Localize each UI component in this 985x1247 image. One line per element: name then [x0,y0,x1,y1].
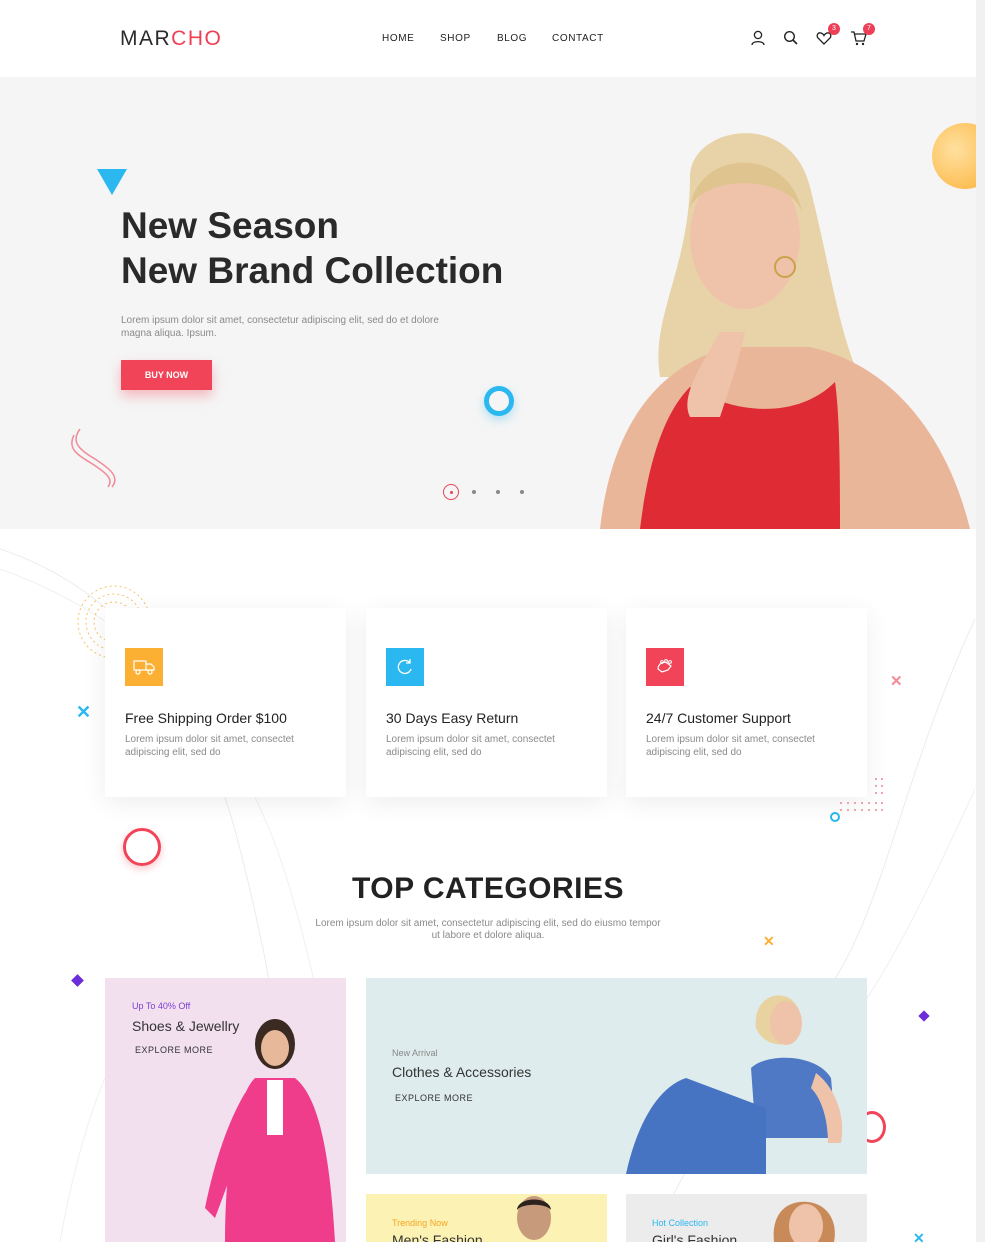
slider-dot-2[interactable] [472,490,476,494]
category-card-girls-fashion[interactable]: Hot Collection Girl's Fashion [626,1194,867,1242]
support-icon [646,648,684,686]
scrollbar-track[interactable] [976,0,985,1242]
nav-contact[interactable]: CONTACT [552,33,604,44]
close-x-decoration-blue: ✕ [76,702,92,722]
truck-icon [125,648,163,686]
category-name: Men's Fashion [392,1232,483,1242]
wishlist-heart-icon[interactable]: 3 [815,23,840,47]
feature-title: 30 Days Easy Return [386,710,519,726]
close-x-decoration-red: ✕ [890,673,903,690]
top-categories-subtitle: Lorem ipsum dolor sit amet, consectetur … [315,918,661,941]
cart-icon[interactable]: 7 [850,23,875,47]
category-model-image [626,995,843,1174]
slider-dot-3[interactable] [496,490,500,494]
user-icon[interactable] [749,29,767,47]
x-decoration-blue-bottom: ✕ [913,1230,925,1246]
buy-now-button[interactable]: BUY NOW [121,360,212,390]
x-decoration-orange: ✕ [763,933,775,949]
hero-title: New Season New Brand Collection [121,203,503,293]
category-card-clothes-accessories[interactable]: New Arrival Clothes & Accessories EXPLOR… [366,978,867,1174]
feature-description: Lorem ipsum dolor sit amet, consectet ad… [125,734,294,758]
hero-title-line-1: New Season [121,205,339,246]
feature-card-shipping: Free Shipping Order $100 Lorem ipsum dol… [105,608,346,797]
feature-title: Free Shipping Order $100 [125,710,287,726]
squiggle-decoration [71,428,116,488]
nav-home[interactable]: HOME [382,33,414,44]
explore-more-link[interactable]: EXPLORE MORE [395,1093,473,1103]
wishlist-count-badge: 3 [828,23,840,35]
category-tag: Up To 40% Off [132,1001,191,1011]
logo-text-dark: MAR [120,27,172,50]
category-tag: New Arrival [392,1048,438,1058]
feature-description: Lorem ipsum dolor sit amet, consectet ad… [646,734,815,758]
category-model-image [517,1196,551,1240]
red-ring-decoration [123,828,161,866]
hero-banner: New Season New Brand Collection Lorem ip… [0,77,976,529]
feature-description: Lorem ipsum dolor sit amet, consectet ad… [386,734,555,758]
nav-shop[interactable]: SHOP [440,33,471,44]
slider-dot-1[interactable] [443,484,459,500]
feature-card-return: 30 Days Easy Return Lorem ipsum dolor si… [366,608,607,797]
return-icon [386,648,424,686]
nav-blog[interactable]: BLOG [497,33,527,44]
top-categories-title: TOP CATEGORIES [351,872,625,905]
cart-count-badge: 7 [863,23,875,35]
category-model-image [205,1019,335,1242]
hero-title-line-2: New Brand Collection [121,250,504,291]
site-header: MARCHO HOME SHOP BLOG CONTACT 3 7 [0,0,976,77]
small-ring-decoration [830,812,840,822]
feature-card-support: 24/7 Customer Support Lorem ipsum dolor … [626,608,867,797]
category-tag: Hot Collection [652,1218,709,1228]
slider-dot-4[interactable] [520,490,524,494]
category-name: Clothes & Accessories [392,1064,532,1080]
hero-description: Lorem ipsum dolor sit amet, consectetur … [121,315,439,339]
category-card-mens-fashion[interactable]: Trending Now Men's Fashion [366,1194,607,1242]
search-icon[interactable] [782,29,800,47]
triangle-decoration [97,169,127,195]
category-card-shoes-jewellry[interactable]: Up To 40% Off Shoes & Jewellry EXPLORE M… [105,978,346,1242]
category-model-image [773,1201,835,1242]
logo[interactable]: MARCHO [120,27,222,51]
category-name: Girl's Fashion [652,1232,738,1242]
category-tag: Trending Now [392,1218,448,1228]
logo-text-accent: CHO [171,27,223,50]
hero-model-image [600,133,970,529]
ring-decoration [484,386,514,416]
feature-title: 24/7 Customer Support [646,710,791,726]
